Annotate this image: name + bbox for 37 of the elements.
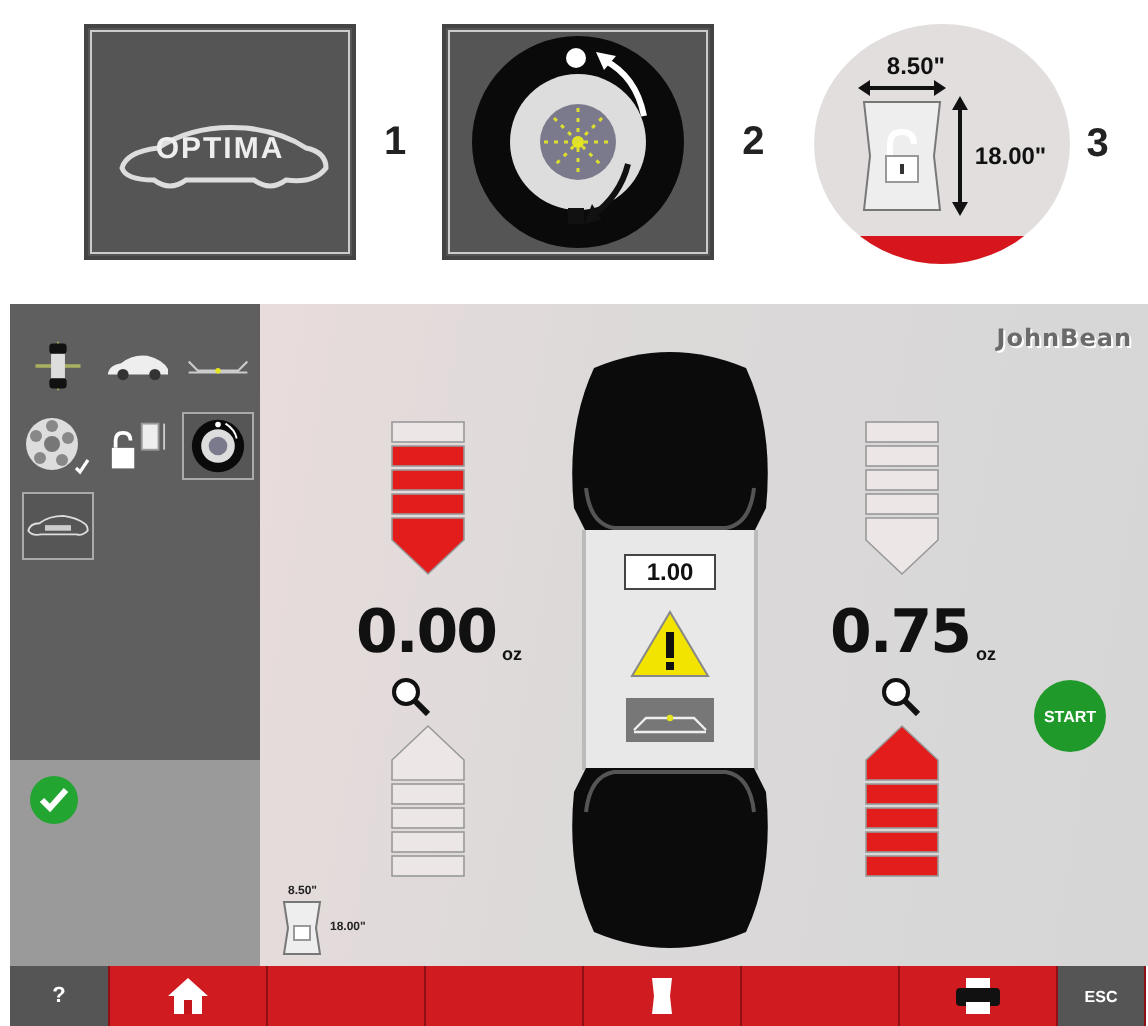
toolbar-button[interactable] — [900, 966, 1058, 1026]
magnifier-icon[interactable] — [880, 676, 920, 716]
unit-label: oz — [502, 644, 523, 664]
legend-number: 2 — [742, 119, 765, 165]
home-icon — [166, 976, 210, 1016]
rim-profile-icon — [626, 698, 714, 742]
toolbar-button[interactable]: ? — [10, 966, 110, 1026]
unit-label: oz — [976, 644, 997, 664]
alloy-wheel-icon — [24, 416, 92, 476]
magnifier-icon[interactable] — [390, 676, 430, 716]
axle-profile-icon — [186, 355, 250, 377]
weight-bag-icon — [280, 898, 324, 958]
sidebar-icon-button[interactable] — [182, 412, 254, 480]
toolbar-button[interactable]: ESC — [1058, 966, 1146, 1026]
brand-logo: JohnBean — [996, 324, 1132, 352]
logo-text: OPTIMA — [155, 131, 285, 165]
weight-reading: 0.75 — [830, 604, 971, 664]
weight-reading: 0.00 — [356, 604, 497, 664]
padlock-icon — [108, 418, 168, 474]
weight-bag-icon — [858, 96, 947, 216]
wheel-rotation-icon — [468, 32, 689, 252]
car-outline-icon — [26, 513, 90, 539]
legend-number: 1 — [384, 119, 407, 165]
weight-bag-icon — [650, 976, 674, 1016]
legend-number: 3 — [1086, 121, 1109, 167]
value-box: 1.00 — [624, 554, 716, 590]
axle-icon — [32, 340, 84, 392]
toolbar-button[interactable] — [110, 966, 268, 1026]
car-icon — [106, 351, 170, 381]
height-arrow-icon — [952, 96, 969, 216]
warning-icon — [630, 610, 710, 678]
printer-icon — [954, 976, 1002, 1016]
width-arrow-icon — [858, 80, 947, 96]
height-label: 18.00" — [974, 142, 1047, 170]
wheel-rotation-icon — [190, 418, 246, 474]
width-label: 8.50" — [886, 52, 945, 80]
start-button[interactable]: START — [1034, 680, 1106, 752]
